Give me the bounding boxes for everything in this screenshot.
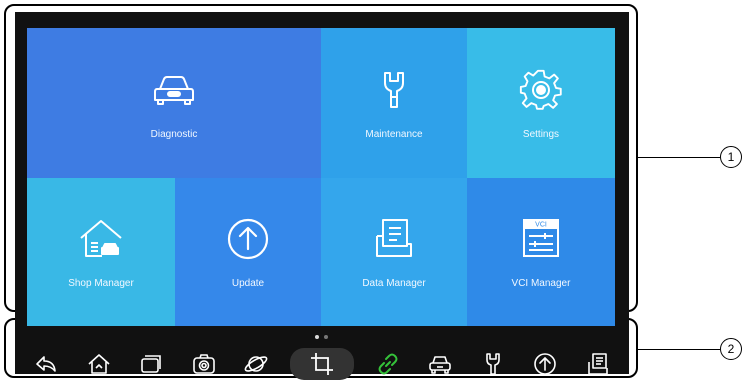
crop-button[interactable] <box>289 348 354 380</box>
page-dot <box>324 335 328 339</box>
camera-icon <box>192 354 215 374</box>
tile-label: VCI Manager <box>511 277 571 289</box>
tile-maintenance[interactable]: Maintenance <box>321 28 467 178</box>
wrench-icon <box>485 353 500 375</box>
car-front-icon <box>151 67 197 113</box>
maintenance-button[interactable] <box>474 348 512 380</box>
link-icon <box>378 353 398 375</box>
update-button[interactable] <box>526 348 564 380</box>
page-dot-active <box>315 335 319 339</box>
page-indicator[interactable] <box>315 335 328 339</box>
tile-label: Data Manager <box>362 277 426 289</box>
callout-1: 1 <box>720 146 742 168</box>
gear-icon <box>518 67 564 113</box>
tile-label: Maintenance <box>365 128 423 140</box>
callout-leader-1 <box>638 157 720 158</box>
crop-icon <box>310 353 333 375</box>
camera-button[interactable] <box>185 348 223 380</box>
callout-leader-2 <box>638 349 720 350</box>
tile-diagnostic[interactable]: Diagnostic <box>27 28 321 178</box>
up-arrow-circle-icon <box>225 216 271 262</box>
car-icon <box>429 356 451 374</box>
tile-label: Settings <box>522 128 560 140</box>
recent-apps-button[interactable] <box>132 348 170 380</box>
recent-apps-icon <box>141 355 161 373</box>
document-icon <box>588 353 608 375</box>
update-icon <box>534 353 557 375</box>
tile-data-manager[interactable]: Data Manager <box>321 178 467 326</box>
tile-vci-manager[interactable]: VCI VCI Manager <box>467 178 615 326</box>
document-tray-icon <box>371 216 417 262</box>
home-button[interactable] <box>80 348 118 380</box>
taskbar <box>27 346 617 382</box>
vci-badge-text: VCI <box>535 221 547 228</box>
browser-icon <box>244 356 268 372</box>
wrench-icon <box>371 67 417 113</box>
vehicle-button[interactable] <box>421 348 459 380</box>
home-screen: Diagnostic Maintenance Settings Shop Man… <box>27 28 615 326</box>
home-icon <box>88 354 110 374</box>
tile-label: Diagnostic <box>150 128 198 140</box>
tile-settings[interactable]: Settings <box>467 28 615 178</box>
browser-button[interactable] <box>237 348 275 380</box>
callout-2: 2 <box>720 338 742 360</box>
house-car-icon <box>78 216 124 262</box>
vci-module-icon: VCI <box>518 216 564 262</box>
back-icon <box>36 356 56 372</box>
data-manager-button[interactable] <box>579 348 617 380</box>
tile-label: Shop Manager <box>68 277 134 289</box>
tile-label: Update <box>231 277 265 289</box>
back-button[interactable] <box>27 348 65 380</box>
tile-shop-manager[interactable]: Shop Manager <box>27 178 175 326</box>
tablet-device: Diagnostic Maintenance Settings Shop Man… <box>15 12 629 380</box>
tile-update[interactable]: Update <box>175 178 321 326</box>
link-button[interactable] <box>369 348 407 380</box>
